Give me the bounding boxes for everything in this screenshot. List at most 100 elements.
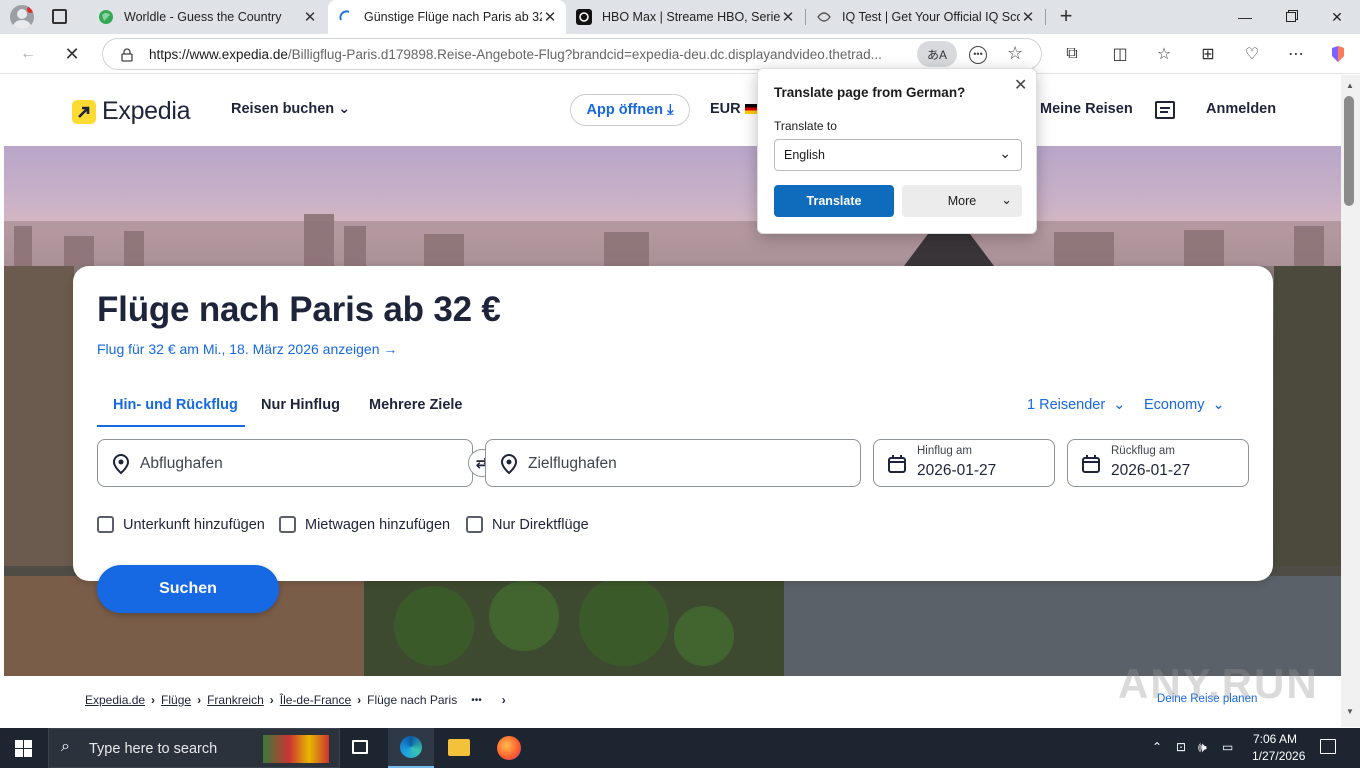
reisen-buchen-menu[interactable]: Reisen buchen ⌄ (231, 101, 350, 117)
close-tab-icon[interactable]: ✕ (542, 8, 558, 26)
tab-underline (97, 425, 245, 427)
chevron-down-icon: ⌄ (1212, 397, 1225, 413)
checkbox-label: Unterkunft hinzufügen (123, 516, 265, 533)
windows-start-icon[interactable] (15, 740, 32, 757)
close-window-icon[interactable]: ✕ (1314, 0, 1360, 34)
origin-field[interactable]: Abflughafen (97, 439, 473, 487)
edge-taskbar-icon[interactable] (388, 728, 434, 768)
chevron-down-icon: ⌄ (1113, 397, 1126, 413)
tab-actions-icon[interactable] (52, 9, 67, 24)
site-header: Expedia Reisen buchen ⌄ App öffnen ⤓ EUR… (0, 75, 1341, 146)
chevron-right-icon[interactable]: › (502, 693, 506, 707)
show-hidden-icons[interactable]: ⌃ (1152, 740, 1162, 754)
tab-round-trip[interactable]: Hin- und Rückflug (113, 397, 238, 413)
collections-icon[interactable]: ⊞ (1192, 38, 1224, 70)
search-icon: ⌕ (61, 738, 70, 755)
return-date-field[interactable]: Rückflug am 2026-01-27 (1067, 439, 1249, 487)
translate-button[interactable]: Translate (774, 185, 894, 217)
tab-worldle[interactable]: Worldle - Guess the Country ✕ (88, 0, 326, 34)
target-language-select[interactable]: English ⌄ (774, 139, 1022, 171)
task-view-icon[interactable] (352, 740, 368, 754)
translate-popup: Translate page from German? ✕ Translate … (757, 68, 1037, 234)
scroll-up-icon[interactable]: ▲ (1346, 81, 1354, 90)
translate-icon[interactable]: あA (917, 41, 957, 67)
close-tab-icon[interactable]: ✕ (302, 8, 318, 26)
network-icon[interactable]: ⊡ (1176, 740, 1186, 754)
split-screen-icon[interactable]: ◫ (1104, 38, 1136, 70)
scroll-down-icon[interactable]: ▼ (1346, 707, 1354, 716)
tab-one-way[interactable]: Nur Hinflug (261, 397, 340, 413)
currency-selector[interactable]: EUR (710, 101, 757, 117)
meine-reisen-link[interactable]: Meine Reisen (1040, 101, 1133, 117)
return-value: 2026-01-27 (1111, 462, 1191, 479)
notifications-icon[interactable] (1320, 739, 1336, 754)
read-aloud-icon[interactable]: ••• (969, 46, 987, 64)
lock-icon[interactable] (121, 48, 133, 62)
breadcrumb-link[interactable]: Frankreich (207, 693, 264, 707)
search-highlight-image (263, 735, 329, 763)
messages-icon[interactable] (1155, 101, 1175, 119)
restore-icon[interactable] (1268, 0, 1314, 34)
tab-title: IQ Test | Get Your Official IQ Score (842, 10, 1020, 24)
more-options-button[interactable]: More ⌄ (902, 185, 1022, 217)
checkbox-box[interactable] (279, 516, 296, 533)
copilot-icon[interactable] (1322, 38, 1354, 70)
stop-loading-icon[interactable]: ✕ (56, 38, 88, 70)
checkbox-label: Nur Direktflüge (492, 516, 589, 533)
settings-more-icon[interactable]: ⋯ (1280, 38, 1312, 70)
location-pin-icon (110, 453, 132, 475)
breadcrumb-link[interactable]: Flüge (161, 693, 191, 707)
back-icon[interactable]: ← (12, 38, 44, 70)
expedia-logo[interactable]: Expedia (72, 97, 191, 126)
chevron-right-icon: › (197, 693, 202, 707)
scrollbar-thumb[interactable] (1344, 96, 1354, 206)
checkbox-box[interactable] (97, 516, 114, 533)
checkbox-box[interactable] (466, 516, 483, 533)
add-rental-car-checkbox[interactable]: Mietwagen hinzufügen (279, 516, 450, 533)
breadcrumb-more-button[interactable]: ••• (471, 695, 482, 706)
translate-to-label: Translate to (774, 119, 837, 133)
tab-hbomax[interactable]: HBO Max | Streame HBO, Serien, Fi ✕ (566, 0, 804, 34)
hbo-icon (576, 9, 592, 25)
cheapest-flight-link[interactable]: Flug für 32 € am Mi., 18. März 2026 anze… (97, 341, 397, 357)
translate-popup-title: Translate page from German? (774, 85, 966, 100)
close-popup-icon[interactable]: ✕ (1014, 75, 1027, 95)
depart-date-field[interactable]: Hinflug am 2026-01-27 (873, 439, 1055, 487)
tab-expedia[interactable]: Günstige Flüge nach Paris ab 32 € ✕ (328, 0, 566, 34)
add-accommodation-checkbox[interactable]: Unterkunft hinzufügen (97, 516, 265, 533)
breadcrumb-link[interactable]: Île-de-France (280, 693, 351, 707)
taskbar-search-box[interactable]: ⌕ Type here to search (48, 728, 340, 768)
chevron-down-icon: ⌄ (338, 101, 351, 117)
url-domain: https://www.expedia.de (149, 47, 288, 62)
search-button[interactable]: Suchen (97, 565, 279, 613)
travelers-dropdown[interactable]: 1 Reisender ⌄ (1027, 397, 1125, 413)
tab-multi-city[interactable]: Mehrere Ziele (369, 397, 463, 413)
firefox-icon[interactable] (497, 736, 521, 760)
anmelden-link[interactable]: Anmelden (1206, 101, 1276, 117)
file-explorer-icon[interactable] (448, 739, 470, 756)
clock-date: 1/27/2026 (1252, 749, 1306, 763)
cabin-class-dropdown[interactable]: Economy ⌄ (1144, 397, 1225, 413)
browser-essentials-icon[interactable]: ♡ (1236, 38, 1268, 70)
favorites-icon[interactable]: ☆ (1148, 38, 1180, 70)
new-tab-icon[interactable]: + (1054, 4, 1078, 28)
volume-icon[interactable]: 🕪 (1198, 739, 1207, 756)
destination-field[interactable]: Zielflughafen (485, 439, 861, 487)
minimize-icon[interactable]: — (1222, 0, 1268, 34)
address-bar[interactable]: https://www.expedia.de/Billigflug-Paris.… (102, 38, 1042, 70)
extensions-icon[interactable]: ⧉ (1056, 38, 1088, 70)
close-tab-icon[interactable]: ✕ (780, 8, 796, 26)
breadcrumb-link[interactable]: Expedia.de (85, 693, 145, 707)
tab-iqtest[interactable]: IQ Test | Get Your Official IQ Score ✕ (806, 0, 1044, 34)
app-open-button[interactable]: App öffnen ⤓ (570, 94, 690, 126)
url-text[interactable]: https://www.expedia.de/Billigflug-Paris.… (149, 47, 909, 62)
currency-label: EUR (710, 101, 741, 117)
windows-taskbar: ⌕ Type here to search ⌃ ⊡ 🕪 ▭ 7:06 AM 1/… (0, 728, 1360, 768)
nav-label: Reisen buchen (231, 101, 335, 117)
favorite-star-icon[interactable]: ☆ (1007, 43, 1023, 64)
close-tab-icon[interactable]: ✕ (1020, 8, 1036, 26)
direct-flights-checkbox[interactable]: Nur Direktflüge (466, 516, 589, 533)
input-indicator-icon[interactable]: ▭ (1222, 740, 1233, 754)
clock[interactable]: 7:06 AM 1/27/2026 (1252, 732, 1306, 763)
profile-avatar[interactable] (10, 5, 34, 29)
